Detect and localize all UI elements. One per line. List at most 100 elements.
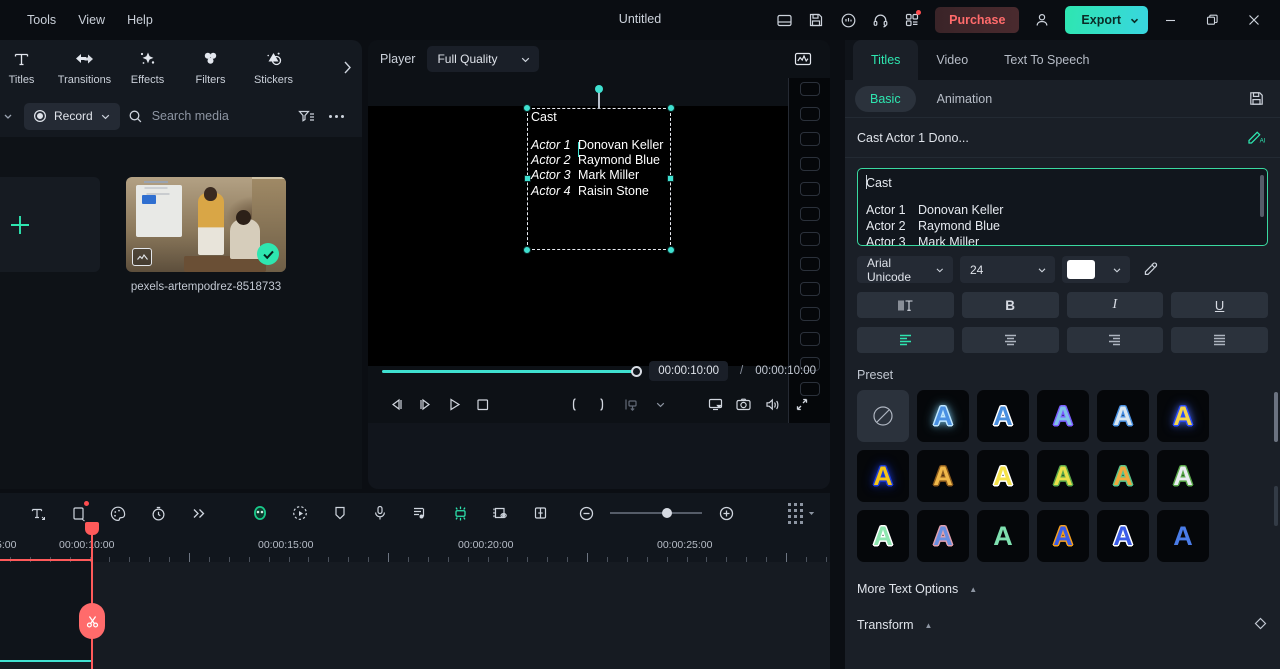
import-media-button[interactable]	[0, 177, 100, 272]
italic-button[interactable]: I	[1067, 292, 1164, 318]
resize-handle-mr[interactable]	[667, 175, 674, 182]
close-button[interactable]	[1234, 0, 1274, 40]
playhead[interactable]	[91, 533, 93, 669]
timeline-tracks[interactable]	[0, 562, 830, 669]
media-thumbnail[interactable]	[126, 177, 286, 272]
text-tool-icon[interactable]	[18, 498, 58, 528]
minimize-button[interactable]	[1150, 0, 1190, 40]
ai-mask-icon[interactable]	[240, 498, 280, 528]
split-screen-icon[interactable]	[520, 498, 560, 528]
preset-mint-flat[interactable]: A	[977, 510, 1029, 562]
cloud-upload-icon[interactable]	[833, 5, 863, 35]
keyframe-diamond-icon[interactable]	[1253, 616, 1268, 634]
preset-none[interactable]	[857, 390, 909, 442]
prev-frame-icon[interactable]	[382, 389, 411, 419]
editor-scrollbar[interactable]	[1260, 175, 1264, 217]
preset-blue-orange-outline[interactable]: A	[1037, 510, 1089, 562]
font-color-select[interactable]	[1062, 256, 1130, 283]
preset-mint-white[interactable]: A	[857, 510, 909, 562]
layout-icon[interactable]	[769, 5, 799, 35]
resize-handle-tl[interactable]	[523, 104, 531, 112]
auto-reframe-icon[interactable]	[480, 498, 520, 528]
text-spacing-button[interactable]	[857, 292, 954, 318]
menu-help[interactable]: Help	[116, 8, 164, 32]
export-button[interactable]: Export	[1065, 6, 1148, 34]
apps-grid-icon[interactable]	[897, 5, 927, 35]
playhead-head[interactable]	[85, 522, 99, 535]
restore-button[interactable]	[1192, 0, 1232, 40]
align-right-button[interactable]	[1067, 327, 1164, 353]
seek-track[interactable]	[382, 370, 637, 373]
tab-titles[interactable]: Titles	[853, 40, 918, 80]
mark-out-icon[interactable]	[588, 389, 617, 419]
zoom-slider-knob[interactable]	[662, 508, 672, 518]
tab-text-to-speech[interactable]: Text To Speech	[986, 40, 1107, 80]
zoom-out-icon[interactable]	[566, 498, 606, 528]
record-button[interactable]: Record	[24, 103, 120, 130]
preset-blue-plain[interactable]: A	[1157, 510, 1209, 562]
account-icon[interactable]	[1027, 5, 1057, 35]
play-icon[interactable]	[440, 389, 469, 419]
preset-blue-white-outline[interactable]: A	[977, 390, 1029, 442]
menu-tools[interactable]: Tools	[16, 8, 67, 32]
eyedropper-icon[interactable]	[1137, 257, 1163, 283]
align-left-button[interactable]	[857, 327, 954, 353]
shield-icon[interactable]	[320, 498, 360, 528]
auto-highlight-icon[interactable]	[440, 498, 480, 528]
rotate-handle[interactable]	[595, 85, 603, 93]
font-family-select[interactable]: Arial Unicode	[857, 256, 953, 283]
headset-icon[interactable]	[865, 5, 895, 35]
more-text-options-row[interactable]: More Text Options ▲	[857, 582, 1268, 596]
media-prev-icon[interactable]	[0, 111, 16, 122]
tab-video[interactable]: Video	[918, 40, 986, 80]
preset-blue-glow[interactable]: A	[917, 390, 969, 442]
preset-yellow-green-purple[interactable]: A	[1037, 450, 1089, 502]
save-icon[interactable]	[801, 5, 831, 35]
preset-steel-blue-outline[interactable]: A	[1097, 390, 1149, 442]
text-editor[interactable]: Cast Actor 1Donovan Keller Actor 2Raymon…	[857, 168, 1268, 246]
mark-in-icon[interactable]	[559, 389, 588, 419]
player-stage[interactable]: Cast Actor 1Donovan Keller Actor 2Raymon…	[368, 78, 830, 423]
fullscreen-icon[interactable]	[787, 389, 816, 419]
preset-blue-pink-outline[interactable]: A	[917, 510, 969, 562]
text-selection-box[interactable]: Cast Actor 1Donovan Keller Actor 2Raymon…	[527, 108, 671, 250]
chevrons-right-icon[interactable]	[178, 498, 218, 528]
next-frame-icon[interactable]	[411, 389, 440, 419]
search-input[interactable]	[152, 109, 282, 123]
waveform-scope-icon[interactable]	[788, 44, 818, 74]
subtab-animation[interactable]: Animation	[922, 86, 1008, 112]
tab-transitions[interactable]: Transitions	[53, 40, 116, 95]
resize-handle-tr[interactable]	[667, 104, 675, 112]
snapshot-icon[interactable]	[729, 389, 758, 419]
markers-dropdown-icon[interactable]	[646, 389, 675, 419]
subtab-basic[interactable]: Basic	[855, 86, 916, 112]
resize-handle-br[interactable]	[667, 246, 675, 254]
voiceover-icon[interactable]	[360, 498, 400, 528]
filter-sort-icon[interactable]	[294, 104, 318, 128]
timeline-clip[interactable]	[0, 562, 92, 662]
tab-stickers[interactable]: Stickers	[242, 40, 305, 95]
align-justify-button[interactable]	[1171, 327, 1268, 353]
tab-filters[interactable]: Filters	[179, 40, 242, 95]
font-size-select[interactable]: 24	[960, 256, 1055, 283]
tab-titles[interactable]: Titles	[0, 40, 53, 95]
markers-icon[interactable]	[617, 389, 646, 419]
ai-pen-icon[interactable]: AI	[1246, 127, 1268, 148]
motion-tracking-icon[interactable]	[280, 498, 320, 528]
preset-green-orange-blue[interactable]: A	[1097, 450, 1149, 502]
menu-view[interactable]: View	[67, 8, 116, 32]
seek-knob[interactable]	[631, 366, 642, 377]
transform-row[interactable]: Transform ▲	[857, 616, 1268, 634]
pop-out-icon[interactable]	[701, 389, 730, 419]
tabs-next-icon[interactable]	[332, 40, 362, 95]
speed-icon[interactable]	[138, 498, 178, 528]
align-center-button[interactable]	[962, 327, 1059, 353]
media-search[interactable]	[128, 109, 286, 124]
timeline-ruler[interactable]: 5:00 00:00:10:00 00:00:15:00 00:00:20:00…	[0, 533, 830, 562]
preset-green-white-violet[interactable]: A	[1157, 450, 1209, 502]
underline-button[interactable]: U	[1171, 292, 1268, 318]
preset-blue-white-bold[interactable]: A	[1097, 510, 1149, 562]
purchase-button[interactable]: Purchase	[935, 7, 1019, 33]
color-palette-icon[interactable]	[98, 498, 138, 528]
save-preset-icon[interactable]	[1242, 85, 1270, 113]
